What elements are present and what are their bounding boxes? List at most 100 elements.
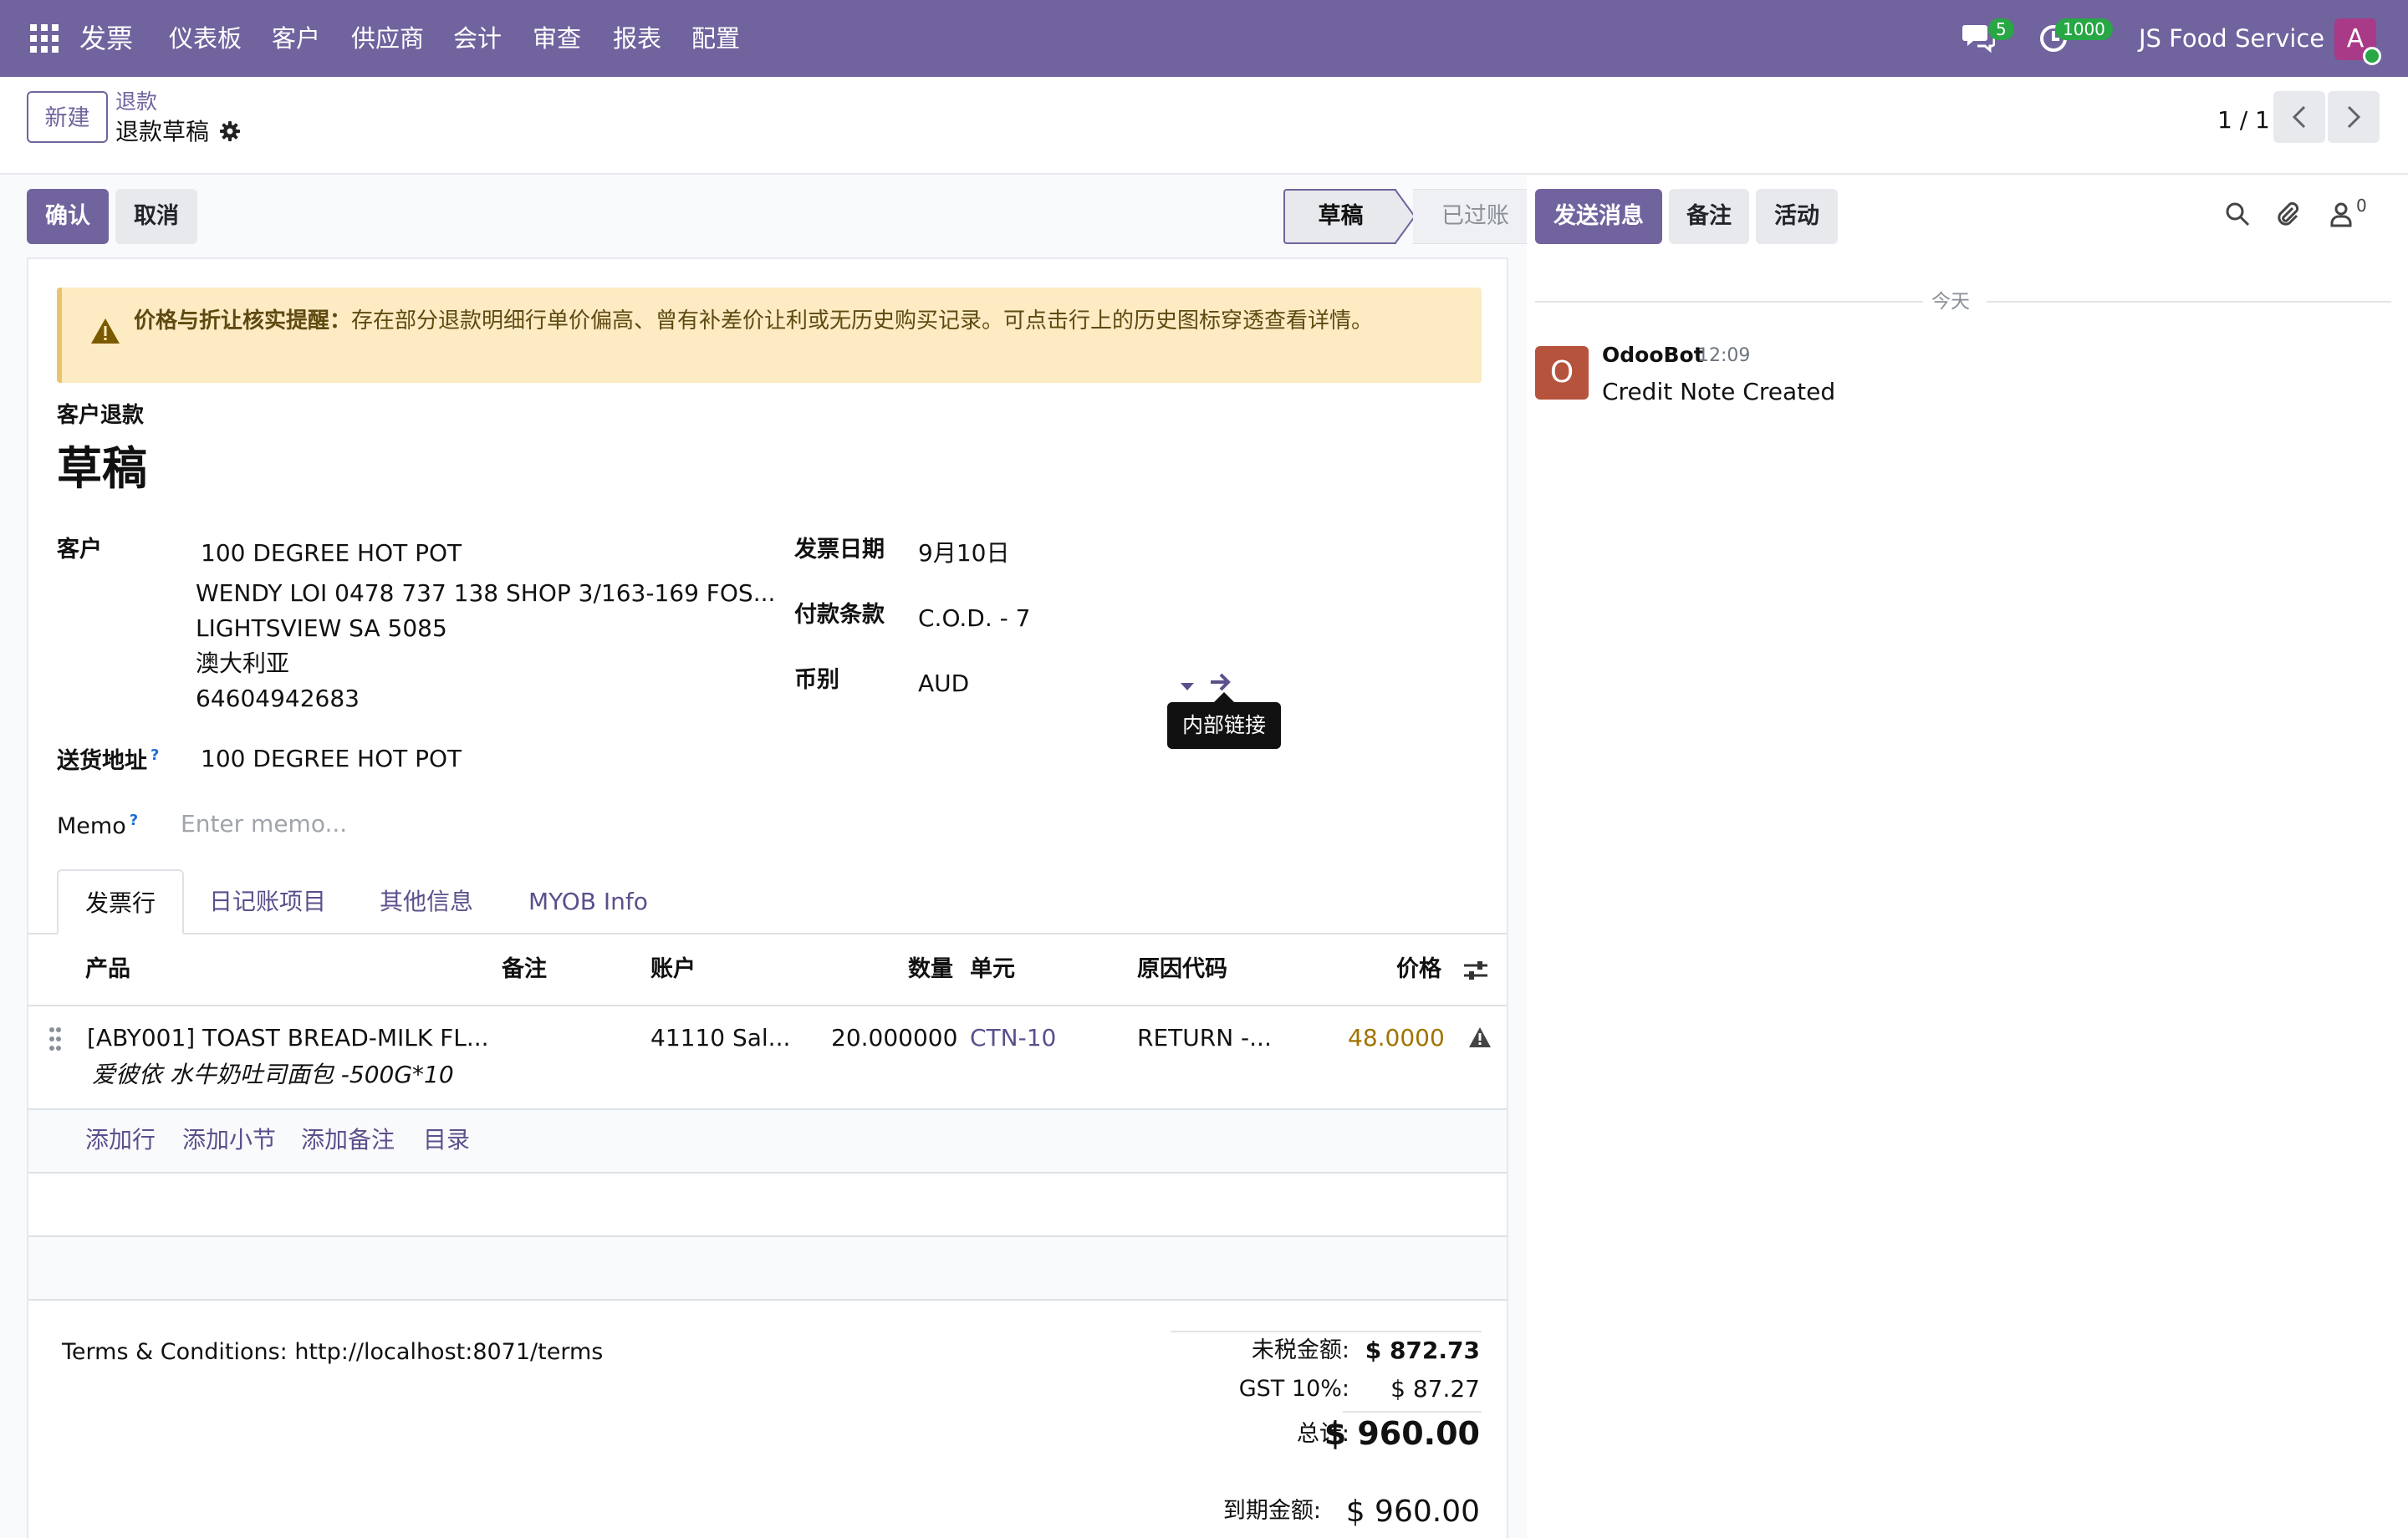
user-initial: A: [2346, 24, 2365, 53]
memo-input[interactable]: Enter memo...: [181, 809, 347, 839]
tab-invoice-lines[interactable]: 发票行: [57, 869, 185, 935]
customer-address-line-3: 澳大利亚: [196, 649, 290, 677]
messages-badge: 5: [1988, 18, 2014, 40]
menu-vendors[interactable]: 供应商: [351, 23, 424, 54]
table-divider: [28, 1299, 1507, 1301]
drag-handle-icon[interactable]: [48, 1026, 62, 1055]
cell-price[interactable]: 48.0000: [1348, 1023, 1445, 1053]
status-draft[interactable]: 草稿: [1283, 189, 1396, 244]
help-icon[interactable]: ?: [130, 812, 138, 829]
user-avatar[interactable]: A: [2334, 18, 2381, 65]
totals-divider: [1171, 1331, 1482, 1332]
total-value: $ 960.00: [1324, 1415, 1480, 1452]
column-header-product[interactable]: 产品: [85, 955, 130, 985]
untaxed-amount-value: $ 872.73: [1365, 1337, 1480, 1364]
column-header-reason[interactable]: 原因代码: [1137, 955, 1227, 985]
breadcrumb-parent[interactable]: 退款: [115, 89, 157, 115]
pager-value[interactable]: 1 / 1: [2217, 104, 2270, 137]
column-header-note[interactable]: 备注: [502, 955, 547, 985]
chatter-panel: 发送消息 备注 活动 0 今天 O OdooBot 12:09 Credit N…: [1527, 176, 2408, 1538]
currency-field[interactable]: AUD: [918, 669, 969, 699]
add-line-link[interactable]: 添加行: [85, 1125, 156, 1155]
odoobot-avatar[interactable]: O: [1535, 346, 1589, 400]
alert-text: 价格与折让核实提醒：存在部分退款明细行单价偏高、曾有补差价让利或无历史购买记录。…: [134, 304, 1455, 339]
log-note-button[interactable]: 备注: [1669, 189, 1749, 244]
top-navbar: 发票 仪表板 客户 供应商 会计 审查 报表 配置 5 1000 JS Food…: [0, 0, 2408, 77]
search-icon[interactable]: [2224, 201, 2251, 231]
alert-body: 存在部分退款明细行单价偏高、曾有补差价让利或无历史购买记录。可点击行上的历史图标…: [351, 308, 1374, 334]
terms-and-conditions: Terms & Conditions: http://localhost:807…: [62, 1339, 604, 1365]
delivery-address-label: 送货地址?: [57, 741, 159, 777]
catalog-link[interactable]: 目录: [423, 1125, 470, 1155]
menu-dashboard[interactable]: 仪表板: [169, 23, 242, 54]
breadcrumb-current: 退款草稿: [115, 118, 210, 145]
invoice-date-field[interactable]: 9月10日: [918, 538, 1009, 568]
delivery-address-field[interactable]: 100 DEGREE HOT POT: [201, 744, 462, 774]
add-section-link[interactable]: 添加小节: [182, 1125, 276, 1155]
help-icon[interactable]: ?: [150, 746, 159, 764]
cell-product[interactable]: [ABY001] TOAST BREAD-MILK FL...: [87, 1023, 489, 1053]
date-separator-today: 今天: [1931, 291, 1970, 313]
tab-myob-info[interactable]: MYOB Info: [528, 869, 648, 935]
add-note-link[interactable]: 添加备注: [301, 1125, 395, 1155]
date-separator-line: [1535, 301, 1923, 303]
currency-label: 币别: [794, 667, 839, 693]
date-separator-line: [1987, 301, 2391, 303]
followers-count: 0: [2356, 196, 2367, 216]
column-settings-icon[interactable]: [1463, 960, 1488, 985]
send-message-button[interactable]: 发送消息: [1535, 189, 1662, 244]
table-divider: [28, 1172, 1507, 1174]
cell-quantity[interactable]: 20.000000: [831, 1023, 957, 1053]
app-brand[interactable]: 发票: [79, 23, 133, 54]
menu-reports[interactable]: 报表: [613, 23, 661, 54]
menu-customers[interactable]: 客户: [272, 23, 320, 54]
menu-accounting[interactable]: 会计: [453, 23, 502, 54]
invoice-date-label: 发票日期: [794, 537, 885, 563]
column-header-price[interactable]: 价格: [1396, 955, 1441, 985]
apps-menu-icon[interactable]: [30, 24, 59, 53]
memo-label: Memo?: [57, 806, 138, 842]
pager-next-button[interactable]: [2328, 91, 2380, 143]
new-button[interactable]: 新建: [27, 91, 108, 143]
menu-review[interactable]: 审查: [533, 23, 581, 54]
amount-due-value: $ 960.00: [1345, 1495, 1480, 1529]
cell-unit[interactable]: CTN-10: [970, 1023, 1056, 1053]
customer-label: 客户: [57, 537, 102, 563]
confirm-button[interactable]: 确认: [27, 189, 109, 244]
company-switcher[interactable]: JS Food Service: [2139, 23, 2324, 54]
price-warning-icon[interactable]: [1468, 1026, 1492, 1052]
gear-icon[interactable]: [219, 120, 241, 145]
column-header-quantity[interactable]: 数量: [908, 955, 953, 985]
pager-previous-button[interactable]: [2273, 91, 2325, 143]
alert-title: 价格与折让核实提醒：: [134, 308, 352, 334]
column-header-account[interactable]: 账户: [650, 955, 696, 985]
column-header-unit[interactable]: 单元: [970, 955, 1015, 985]
notebook-tabs: 发票行 日记账项目 其他信息 MYOB Info: [28, 869, 1507, 935]
delivery-address-label-text: 送货地址: [57, 748, 147, 774]
followers-icon[interactable]: [2329, 201, 2353, 231]
customer-field[interactable]: 100 DEGREE HOT POT: [201, 538, 462, 568]
activity-button[interactable]: 活动: [1756, 189, 1838, 244]
tab-journal-items[interactable]: 日记账项目: [209, 869, 326, 935]
cell-account[interactable]: 41110 Sal...: [650, 1023, 790, 1053]
form-sheet: 价格与折让核实提醒：存在部分退款明细行单价偏高、曾有补差价让利或无历史购买记录。…: [27, 257, 1508, 1538]
message-author[interactable]: OdooBot: [1602, 341, 1704, 369]
record-name: 草稿: [57, 442, 147, 495]
online-status-icon: [2363, 47, 2381, 65]
menu-configuration[interactable]: 配置: [691, 23, 740, 54]
tab-other-info[interactable]: 其他信息: [380, 869, 473, 935]
table-divider: [28, 1005, 1507, 1006]
amount-due-label: 到期金额:: [1222, 1498, 1321, 1524]
paperclip-icon[interactable]: [2274, 201, 2301, 231]
internal-link-tooltip: 内部链接: [1167, 692, 1281, 749]
dropdown-caret-icon[interactable]: [1181, 679, 1194, 695]
memo-label-text: Memo: [57, 813, 126, 839]
cell-product-description: 爱彼依 水牛奶吐司面包 -500G*10: [92, 1061, 454, 1088]
activities-badge: 1000: [2055, 18, 2113, 40]
cell-reason-code[interactable]: RETURN -...: [1137, 1023, 1272, 1053]
payment-terms-field[interactable]: C.O.D. - 7: [918, 603, 1030, 634]
gst-label: GST 10%:: [1238, 1376, 1349, 1402]
cancel-button[interactable]: 取消: [115, 189, 197, 244]
status-posted[interactable]: 已过账: [1413, 189, 1538, 244]
price-warning-alert: 价格与折让核实提醒：存在部分退款明细行单价偏高、曾有补差价让利或无历史购买记录。…: [57, 288, 1482, 383]
